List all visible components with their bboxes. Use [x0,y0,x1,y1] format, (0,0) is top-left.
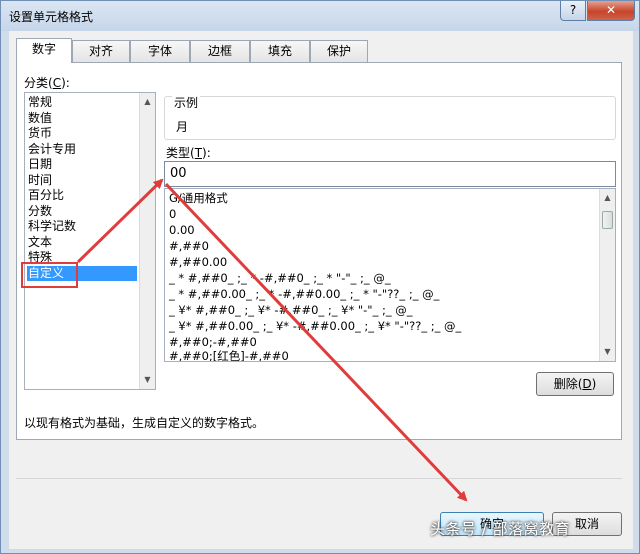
delete-button-hotkey: D [582,377,592,391]
category-item-currency[interactable]: 货币 [27,126,52,141]
help-button[interactable]: ? [560,1,586,21]
format-item[interactable]: G/通用格式 [169,191,228,206]
type-label-end: ): [202,146,211,160]
category-list[interactable]: 常规 数值 货币 会计专用 日期 时间 百分比 分数 科学记数 文本 特殊 自定… [24,92,156,390]
tab-alignment[interactable]: 对齐 [72,40,130,62]
sample-group [164,96,616,140]
format-item[interactable]: #,##0;-#,##0 [169,335,257,350]
watermark: 头条号 / 部落窝教育 [430,520,571,538]
category-label-text: 分类( [24,76,53,90]
tab-font[interactable]: 字体 [130,40,190,62]
category-item-fraction[interactable]: 分数 [27,204,52,219]
tab-protection[interactable]: 保护 [310,40,368,62]
format-item[interactable]: #,##0;[红色]-#,##0 [169,349,289,361]
format-item[interactable]: _ ¥* #,##0.00_ ;_ ¥* -#,##0.00_ ;_ ¥* "-… [169,319,461,334]
category-item-number[interactable]: 数值 [27,111,52,126]
format-item[interactable]: _ * #,##0_ ;_ * -#,##0_ ;_ * "-"_ ;_ @_ [169,271,391,286]
scroll-up-arrow-icon[interactable]: ▲ [140,94,155,110]
scroll-thumb[interactable] [602,211,613,229]
close-button[interactable]: ✕ [587,1,635,21]
scroll-down-arrow-icon[interactable]: ▼ [600,344,615,360]
footer-divider [16,478,622,479]
scroll-up-arrow-icon[interactable]: ▲ [600,190,615,206]
type-label: 类型(T): [166,144,211,161]
category-hotkey: C [52,76,62,90]
type-hotkey: T [194,146,203,160]
format-item[interactable]: #,##0.00 [169,255,227,270]
category-item-percentage[interactable]: 百分比 [27,188,64,203]
category-scrollbar[interactable]: ▲ ▼ [139,93,155,389]
format-item[interactable]: _ * #,##0.00_ ;_ * -#,##0.00_ ;_ * "-"??… [169,287,439,302]
tab-number[interactable]: 数字 [16,38,72,63]
dialog-title: 设置单元格格式 [9,10,94,24]
title-bar[interactable]: 设置单元格格式 ? ✕ [1,1,639,31]
category-item-scientific[interactable]: 科学记数 [27,219,76,234]
category-item-accounting[interactable]: 会计专用 [27,142,76,157]
format-item[interactable]: 0 [169,207,176,222]
format-item[interactable]: 0.00 [169,223,195,238]
category-item-general[interactable]: 常规 [27,95,52,110]
format-list-scrollbar[interactable]: ▲ ▼ [599,189,615,361]
format-item[interactable]: #,##0 [169,239,209,254]
delete-button-text: 删除( [553,377,583,391]
annotation-highlight-box [21,262,78,288]
sample-value: 月 [176,120,189,134]
category-item-date[interactable]: 日期 [27,157,52,172]
delete-button[interactable]: 删除(D) [536,372,614,396]
category-item-time[interactable]: 时间 [27,173,52,188]
type-label-text: 类型( [166,146,195,160]
sample-label: 示例 [172,94,201,111]
format-item[interactable]: _ ¥* #,##0_ ;_ ¥* -#,##0_ ;_ ¥* "-"_ ;_ … [169,303,413,318]
custom-format-hint: 以现有格式为基础，生成自定义的数字格式。 [24,416,265,430]
category-item-text[interactable]: 文本 [27,235,52,250]
format-code-list[interactable]: G/通用格式 0 0.00 #,##0 #,##0.00 _ * #,##0_ … [164,188,616,362]
tab-fill[interactable]: 填充 [250,40,310,62]
delete-button-end: ) [591,377,597,391]
category-label: 分类(C): [24,74,70,91]
category-label-end: ): [61,76,70,90]
tab-border[interactable]: 边框 [190,40,250,62]
scroll-down-arrow-icon[interactable]: ▼ [140,372,155,388]
type-input[interactable]: 00 [164,161,616,187]
